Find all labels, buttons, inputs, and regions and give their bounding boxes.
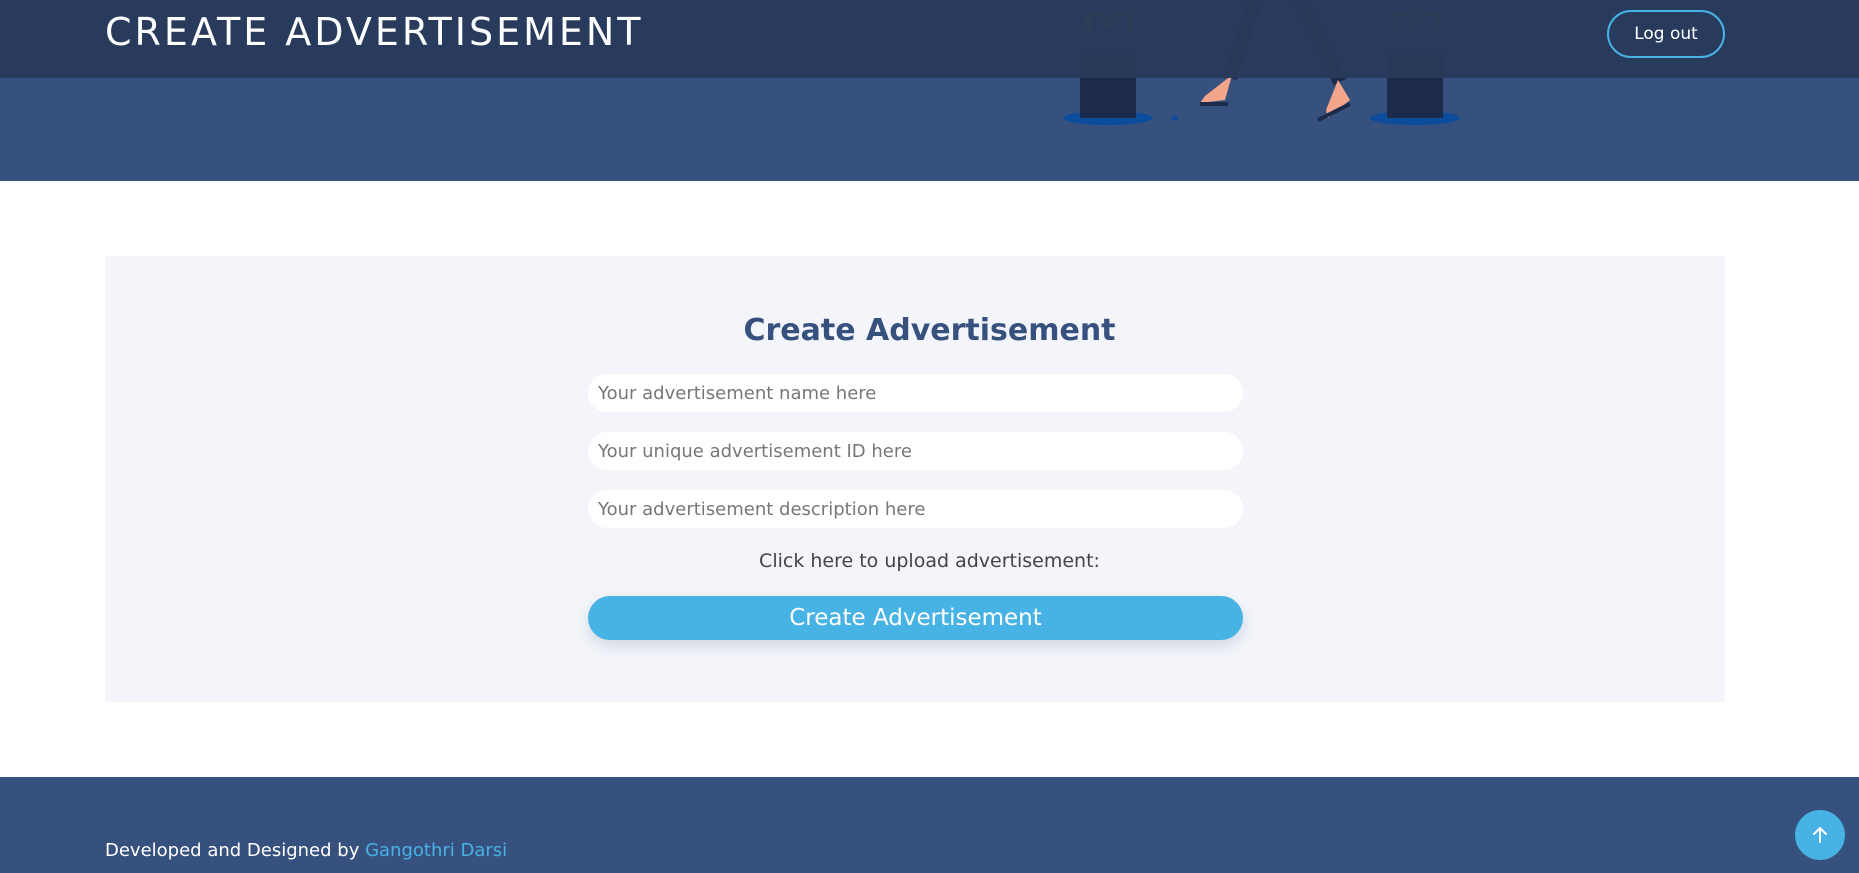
- form-heading: Create Advertisement: [743, 313, 1116, 348]
- back-to-top-button[interactable]: [1795, 810, 1845, 860]
- logout-button[interactable]: Log out: [1607, 10, 1725, 58]
- arrow-up-icon: [1813, 827, 1827, 843]
- advertisement-id-input[interactable]: [588, 432, 1243, 470]
- footer-credit: Developed and Designed by Gangothri Dars…: [105, 840, 507, 861]
- page-title: CREATE ADVERTISEMENT: [105, 10, 644, 54]
- author-link[interactable]: Gangothri Darsi: [365, 840, 507, 861]
- hero-section: CREATE ADVERTISEMENT Log out: [0, 0, 1859, 181]
- upload-advertisement-label[interactable]: Click here to upload advertisement:: [0, 550, 1859, 572]
- advertisement-name-input[interactable]: [588, 374, 1243, 412]
- advertisement-description-input[interactable]: [588, 490, 1243, 528]
- footer-credit-prefix: Developed and Designed by: [105, 840, 366, 861]
- create-advertisement-button[interactable]: Create Advertisement: [588, 596, 1243, 640]
- top-navbar: CREATE ADVERTISEMENT Log out: [0, 0, 1859, 78]
